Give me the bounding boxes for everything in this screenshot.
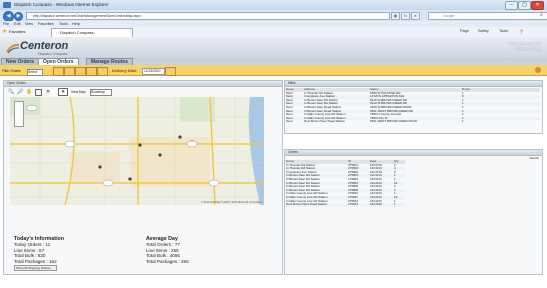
show-shipping-notices-button[interactable]: Show All Shipping Notices [14,265,57,271]
delivery-date-field[interactable]: 12/13/2010 [142,68,165,75]
miles-row-cell: 6501 WEST BROWN DEER ROAD [370,119,418,124]
tools-menu[interactable]: Tools [499,29,508,33]
map-style-select[interactable]: Roadmap [90,89,112,96]
legend-icon[interactable]: ▦ [58,88,68,96]
map-tool-button[interactable] [64,67,75,76]
app-tabs-row [0,57,547,65]
miles-row-cell: Next Brown Deer Road Station [304,119,346,124]
order-map[interactable]: © 2010 NAVTEQ © AND © 2010 Microsoft Cor… [10,97,264,205]
miles-panel: Miles Name Address Status Route Senn In T… [284,80,543,134]
filter-label: Filter Orders: [2,69,22,73]
app-logo: Centeron [20,40,69,52]
window-title-bar: Dispatch Compass - Windows Internet Expl… [0,0,547,10]
today-info: Today's Information Today Orders : 11 Li… [14,236,64,264]
browser-tab[interactable]: Dispatch Compass [51,28,133,37]
average-info: Average Day Total Orders : 77 Line Items… [146,236,189,264]
miles-row[interactable]: Senn Next Brown Deer Road Station 6501 WES… [285,120,540,124]
view-map-label: View Map [71,90,86,94]
route-tool-button[interactable] [53,67,64,76]
window-title: Dispatch Compass - Windows Internet Expl… [14,2,109,7]
filter-select[interactable]: Select [27,69,43,76]
alert-icon[interactable] [535,67,541,73]
stop-button[interactable]: ✕ [411,12,420,20]
app-logo-subtitle: Dispatch Compass [38,52,68,56]
select-box-icon[interactable] [35,89,42,96]
orders-row[interactable]: Next Brown Deer Road Station 275813 12/13/… [285,203,405,207]
miles-row-cell: 1 [462,119,464,124]
orders-row-cell: Next Brown Deer Road Station [285,203,347,207]
welcome-block: Welcome, Dustin Profile: Driver [509,41,541,51]
address-bar-row: ◀ ▶ http://dispatch.centeron.net/OrderMa… [0,10,547,22]
orders-panel: Orders Search Name ID Date Qty In Thunde… [284,149,543,275]
orders-row-cell: 12/13/10 [369,203,393,207]
search-input[interactable]: Google [428,12,547,20]
compat-view-button[interactable]: ▤ [391,12,400,20]
app-header [0,37,547,57]
delivery-date-label: Delivery Date: [112,69,138,73]
favorites-button[interactable]: Favorites [9,29,25,34]
close-window-button[interactable]: ✕ [531,1,544,10]
zoom-slider[interactable] [14,101,24,127]
zoom-out-icon[interactable]: 🔎 [17,89,23,95]
zoom-in-icon[interactable]: 🔍 [8,89,14,95]
page-menu[interactable]: Page [460,29,469,33]
star-icon: ★ [2,29,8,35]
profile-select[interactable]: Profile: Driver [509,46,541,51]
maximize-button[interactable]: ▢ [518,1,531,10]
orders-row-cell: 1 [393,203,405,207]
today-total-packages: Total Packages : 162 [14,258,57,264]
pan-icon[interactable]: ✋ [26,89,32,95]
orders-table: Name ID Date Qty In Thunder Rd Station 27… [285,159,405,207]
menu-view[interactable]: View [25,22,33,26]
miles-table: Name Address Status Route Senn In Thunder… [285,87,540,124]
print-tool-button[interactable] [75,67,86,76]
menu-help[interactable]: Help [72,22,80,26]
ie-icon [3,2,11,8]
calendar-icon[interactable] [165,67,176,76]
url-field[interactable]: http://dispatch.centeron.net/OrderManage… [26,12,390,20]
forward-button[interactable]: ▶ [14,12,23,21]
clear-icon[interactable]: ✕ [46,89,50,95]
map-toolbar: 🔍 🔎 ✋ ✕ ▦ View Map Roadmap [6,88,276,97]
refresh-tool-button[interactable] [97,67,108,76]
refresh-button[interactable]: ↻ [401,12,410,20]
menu-edit[interactable]: Edit [14,22,21,26]
logo-swoosh-icon [6,42,20,54]
average-total-packages: Total Packages : 255 [146,258,189,264]
miles-panel-title: Miles [285,81,542,87]
export-tool-button[interactable] [86,67,97,76]
map-panel-title: Open Orders [4,81,282,87]
safety-menu[interactable]: Safety [478,29,489,33]
menu-file[interactable]: File [3,22,9,26]
orders-row-cell: 275813 [347,203,369,207]
menu-tools[interactable]: Tools [59,22,68,26]
miles-row-cell: Senn [286,119,294,124]
help-icon[interactable]: ❓ [519,29,524,34]
search-icon[interactable]: ⌕ [540,12,543,18]
menu-favorites[interactable]: Favorites [38,22,54,26]
minimize-button[interactable]: – [505,1,518,10]
map-copyright: © 2010 NAVTEQ © AND © 2010 Microsoft Cor… [201,201,262,204]
